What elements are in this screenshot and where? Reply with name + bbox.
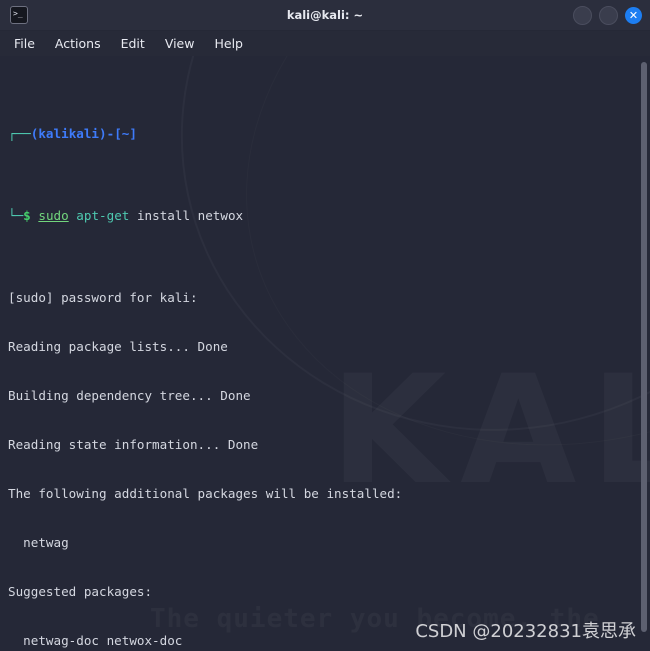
terminal-area[interactable]: KALI The quieter you become, the ┌──(kal…: [0, 56, 650, 651]
menu-item-help[interactable]: Help: [214, 36, 243, 51]
prompt-branch-top: ┌──: [8, 126, 31, 141]
output-line: Reading state information... Done: [8, 437, 650, 453]
menu-item-edit[interactable]: Edit: [121, 36, 145, 51]
output-line: netwag-doc netwox-doc: [8, 633, 650, 649]
window-title: kali@kali: ~: [0, 8, 650, 22]
command-program: apt-get: [76, 208, 129, 223]
menu-bar: File Actions Edit View Help: [0, 31, 650, 56]
output-line: Building dependency tree... Done: [8, 388, 650, 404]
output-line: Reading package lists... Done: [8, 339, 650, 355]
prompt-line-top: ┌──(kali㈟kali)-[~]: [8, 126, 650, 142]
command-args: install netwox: [129, 208, 243, 223]
prompt-close-paren: ): [99, 126, 107, 141]
title-bar[interactable]: >_ kali@kali: ~ ✕: [0, 0, 650, 31]
prompt-branch-bottom: └─: [8, 208, 23, 223]
command-sudo: sudo: [38, 208, 68, 223]
terminal-window: >_ kali@kali: ~ ✕ File Actions Edit View…: [0, 0, 650, 651]
terminal-icon: >_: [10, 6, 28, 24]
window-controls: ✕: [573, 0, 642, 30]
prompt-host: kali: [69, 126, 99, 141]
prompt-path: [~]: [114, 126, 137, 141]
terminal-screen: ┌──(kali㈟kali)-[~] └─$ sudo apt-get inst…: [0, 56, 650, 651]
scrollbar-thumb[interactable]: [641, 62, 647, 632]
vertical-scrollbar[interactable]: [638, 56, 650, 651]
output-line: Suggested packages:: [8, 584, 650, 600]
output-line: The following additional packages will b…: [8, 486, 650, 502]
prompt-user: kali: [38, 126, 68, 141]
close-icon[interactable]: ✕: [625, 7, 642, 24]
prompt-dollar: $: [23, 208, 31, 223]
minimize-button[interactable]: [573, 6, 592, 25]
menu-item-actions[interactable]: Actions: [55, 36, 101, 51]
menu-item-file[interactable]: File: [14, 36, 35, 51]
maximize-button[interactable]: [599, 6, 618, 25]
output-line: [sudo] password for kali:: [8, 290, 650, 306]
output-line: netwag: [8, 535, 650, 551]
menu-item-view[interactable]: View: [165, 36, 195, 51]
command-line: └─$ sudo apt-get install netwox: [8, 208, 650, 224]
